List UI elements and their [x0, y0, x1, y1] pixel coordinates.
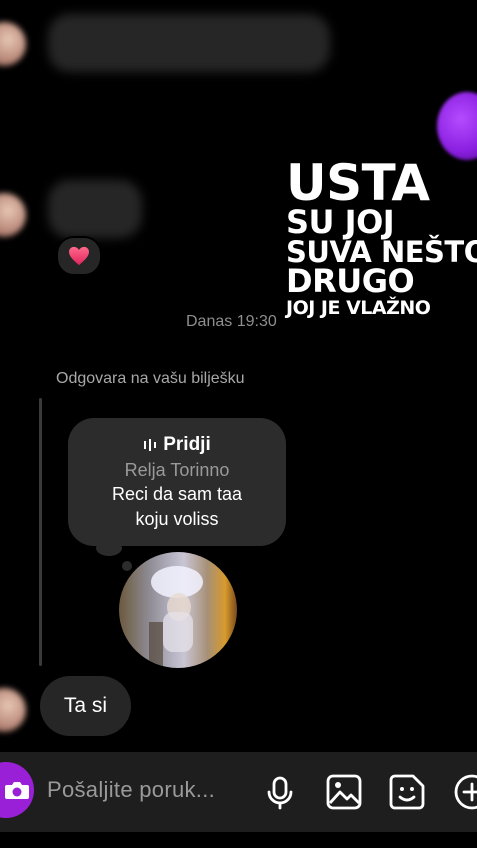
gallery-icon[interactable] [324, 772, 364, 812]
message-text: Ta si [63, 694, 108, 717]
add-icon[interactable] [452, 772, 477, 812]
sticker-icon[interactable] [387, 772, 427, 812]
overlay-line-4: DRUGO [286, 262, 415, 300]
reply-indicator-line [39, 398, 42, 666]
note-song-title: Pridji [163, 433, 211, 455]
heart-reaction[interactable] [56, 236, 102, 276]
camera-icon [5, 782, 29, 799]
photo-figure [149, 566, 203, 668]
heart-icon [69, 246, 89, 266]
floating-avatar-blob [437, 92, 477, 160]
message-input[interactable]: Pošaljite poruk... [47, 777, 215, 803]
contact-avatar[interactable] [0, 688, 26, 732]
blurred-message [48, 180, 142, 238]
blurred-message [48, 14, 330, 72]
overlay-line-2: SU JOJ [286, 203, 395, 241]
note-artist: Relja Torinno [124, 459, 230, 480]
contact-avatar[interactable] [0, 22, 26, 66]
note-tail [96, 540, 122, 556]
microphone-icon[interactable] [260, 772, 300, 812]
note-text-line-1: Reci da sam taa [111, 483, 243, 504]
message-timestamp: Danas 19:30 [186, 313, 277, 330]
reply-context-label: Odgovara na vašu bilješku [56, 370, 245, 387]
overlay-line-1: USTA [286, 154, 430, 212]
note-tail-dot [122, 561, 132, 571]
overlay-line-5: JOJ JE VLAŽNO [286, 297, 431, 319]
note-text-line-2: koju voliss [135, 508, 219, 529]
contact-avatar[interactable] [0, 193, 26, 237]
note-profile-photo[interactable] [119, 552, 237, 668]
music-icon [144, 438, 157, 451]
note-bubble[interactable]: Pridji Relja Torinno Reci da sam taa koj… [68, 418, 286, 546]
note-song: Pridji [143, 434, 211, 456]
message-bubble[interactable]: Ta si [40, 676, 131, 736]
